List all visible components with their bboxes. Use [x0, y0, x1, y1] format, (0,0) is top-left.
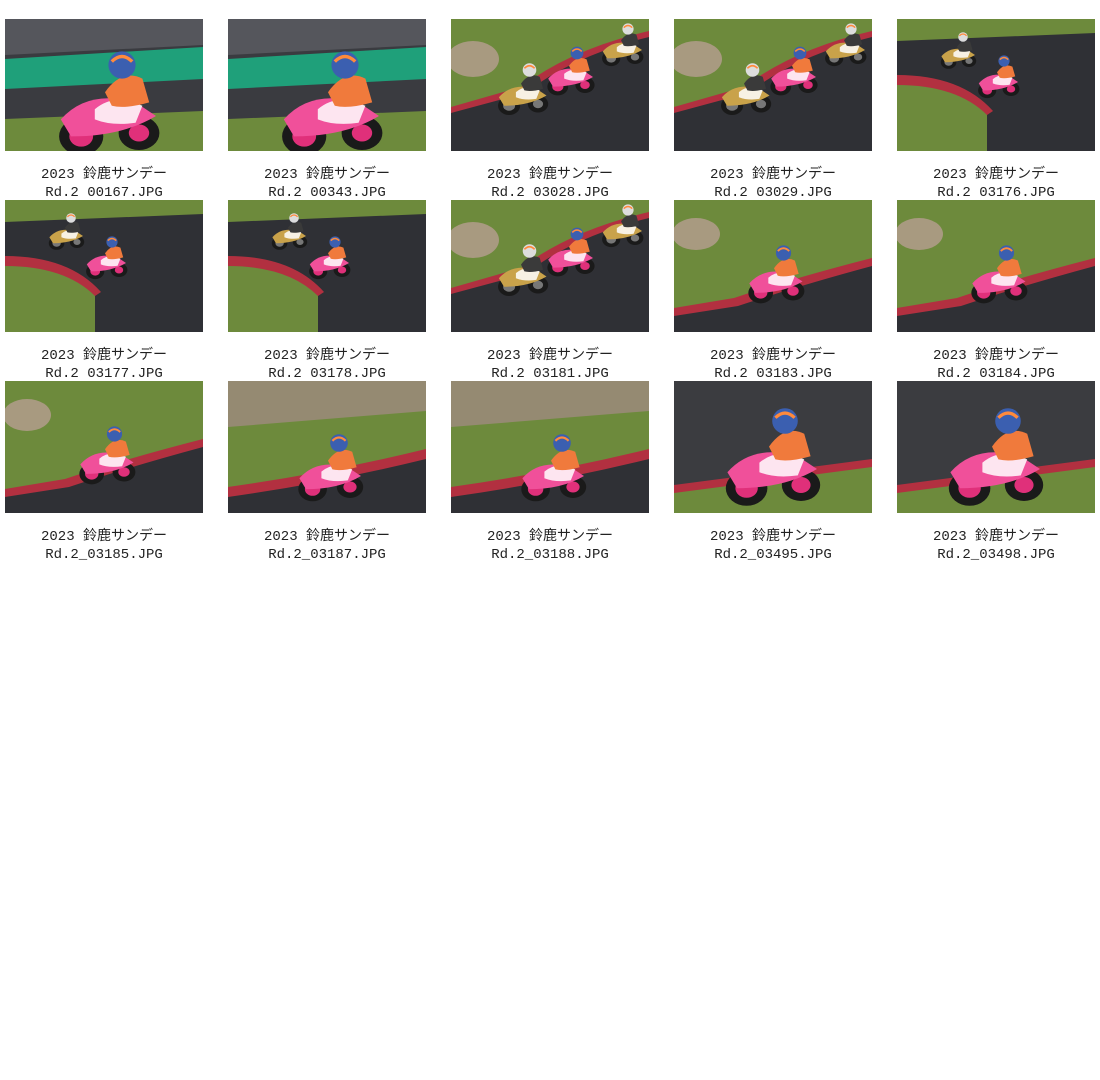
- photo-thumbnail[interactable]: [5, 381, 203, 513]
- gallery-item[interactable]: 2023 鈴鹿サンデー Rd.2_03495.JPG: [669, 362, 892, 563]
- photo-thumbnail[interactable]: [451, 200, 649, 332]
- gallery-item[interactable]: 2023 鈴鹿サンデー Rd.2 03176.JPG: [892, 0, 1100, 201]
- gallery-item[interactable]: 2023 鈴鹿サンデー Rd.2 03178.JPG: [223, 181, 446, 382]
- photo-caption-link[interactable]: 2023 鈴鹿サンデー Rd.2_03495.JPG: [669, 528, 877, 564]
- photo-caption-link[interactable]: 2023 鈴鹿サンデー Rd.2_03188.JPG: [446, 528, 654, 564]
- photo-thumbnail-icon: [5, 200, 203, 332]
- photo-thumbnail[interactable]: [674, 19, 872, 151]
- gallery-item[interactable]: 2023 鈴鹿サンデー Rd.2 03177.JPG: [0, 181, 223, 382]
- photo-thumbnail[interactable]: [897, 200, 1095, 332]
- caption-event-title: 2023 鈴鹿サンデー: [40, 529, 167, 545]
- caption-event-title: 2023 鈴鹿サンデー: [932, 529, 1059, 545]
- photo-thumbnail-icon: [897, 381, 1095, 513]
- photo-thumbnail-icon: [674, 200, 872, 332]
- photo-thumbnail-icon: [5, 381, 203, 513]
- photo-gallery-grid: 2023 鈴鹿サンデー Rd.2 00167.JPG 2023 鈴鹿サンデー Rd.…: [0, 0, 1100, 563]
- caption-event-title: 2023 鈴鹿サンデー: [709, 529, 836, 545]
- caption-filename: Rd.2_03495.JPG: [714, 547, 832, 563]
- photo-thumbnail-icon: [228, 381, 426, 513]
- gallery-item[interactable]: 2023 鈴鹿サンデー Rd.2 00167.JPG: [0, 0, 223, 201]
- photo-thumbnail[interactable]: [674, 200, 872, 332]
- photo-thumbnail-icon: [451, 200, 649, 332]
- gallery-item[interactable]: 2023 鈴鹿サンデー Rd.2 03028.JPG: [446, 0, 669, 201]
- photo-thumbnail[interactable]: [897, 19, 1095, 151]
- gallery-item[interactable]: 2023 鈴鹿サンデー Rd.2 00343.JPG: [223, 0, 446, 201]
- gallery-item[interactable]: 2023 鈴鹿サンデー Rd.2 03029.JPG: [669, 0, 892, 201]
- caption-filename: Rd.2_03185.JPG: [45, 547, 163, 563]
- caption-event-title: 2023 鈴鹿サンデー: [263, 529, 390, 545]
- gallery-item[interactable]: 2023 鈴鹿サンデー Rd.2_03185.JPG: [0, 362, 223, 563]
- photo-thumbnail[interactable]: [228, 381, 426, 513]
- photo-thumbnail[interactable]: [451, 19, 649, 151]
- gallery-item[interactable]: 2023 鈴鹿サンデー Rd.2_03188.JPG: [446, 362, 669, 563]
- photo-thumbnail-icon: [228, 19, 426, 151]
- gallery-item[interactable]: 2023 鈴鹿サンデー Rd.2 03181.JPG: [446, 181, 669, 382]
- photo-thumbnail-icon: [674, 19, 872, 151]
- photo-thumbnail-icon: [897, 200, 1095, 332]
- photo-thumbnail[interactable]: [228, 19, 426, 151]
- photo-caption-link[interactable]: 2023 鈴鹿サンデー Rd.2_03185.JPG: [0, 528, 208, 564]
- photo-thumbnail[interactable]: [5, 200, 203, 332]
- photo-thumbnail[interactable]: [674, 381, 872, 513]
- caption-filename: Rd.2_03498.JPG: [937, 547, 1055, 563]
- photo-caption-link[interactable]: 2023 鈴鹿サンデー Rd.2_03187.JPG: [223, 528, 431, 564]
- photo-thumbnail-icon: [5, 19, 203, 151]
- caption-filename: Rd.2_03188.JPG: [491, 547, 609, 563]
- gallery-item[interactable]: 2023 鈴鹿サンデー Rd.2_03498.JPG: [892, 362, 1100, 563]
- gallery-item[interactable]: 2023 鈴鹿サンデー Rd.2 03183.JPG: [669, 181, 892, 382]
- gallery-item[interactable]: 2023 鈴鹿サンデー Rd.2 03184.JPG: [892, 181, 1100, 382]
- photo-caption-link[interactable]: 2023 鈴鹿サンデー Rd.2_03498.JPG: [892, 528, 1100, 564]
- photo-thumbnail-icon: [674, 381, 872, 513]
- photo-thumbnail-icon: [897, 19, 1095, 151]
- photo-thumbnail-icon: [228, 200, 426, 332]
- photo-thumbnail[interactable]: [451, 381, 649, 513]
- photo-thumbnail-icon: [451, 381, 649, 513]
- caption-event-title: 2023 鈴鹿サンデー: [486, 529, 613, 545]
- photo-thumbnail[interactable]: [5, 19, 203, 151]
- photo-thumbnail-icon: [451, 19, 649, 151]
- photo-thumbnail[interactable]: [897, 381, 1095, 513]
- photo-thumbnail[interactable]: [228, 200, 426, 332]
- caption-filename: Rd.2_03187.JPG: [268, 547, 386, 563]
- gallery-item[interactable]: 2023 鈴鹿サンデー Rd.2_03187.JPG: [223, 362, 446, 563]
